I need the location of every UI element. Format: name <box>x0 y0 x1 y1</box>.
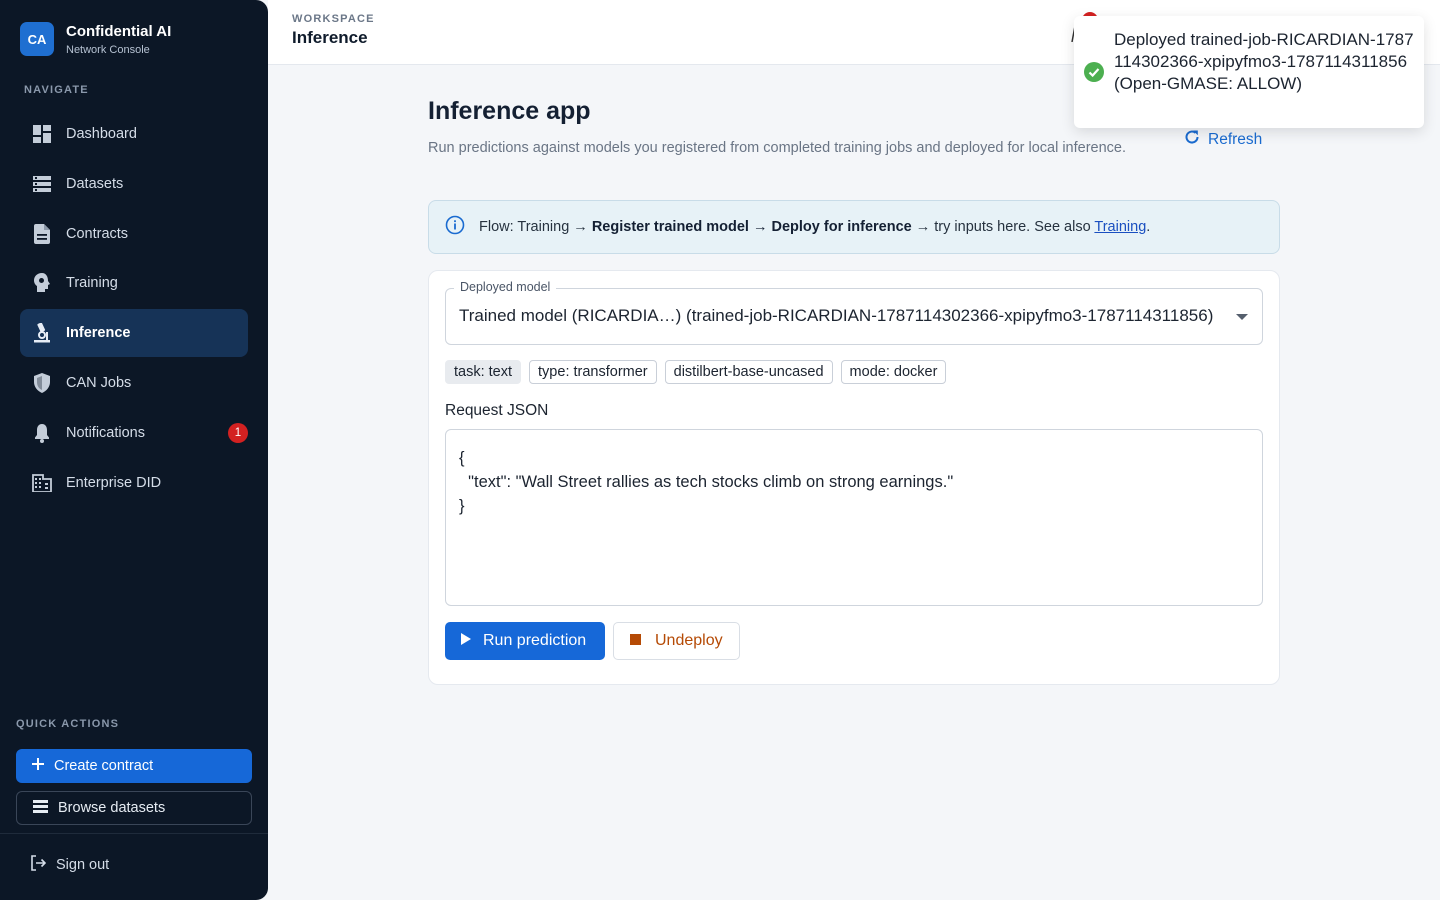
stop-icon <box>630 632 641 650</box>
chip-base-model: distilbert-base-uncased <box>664 360 833 384</box>
page-header-title: Inference <box>292 28 368 47</box>
request-json-label: Request JSON <box>445 402 549 419</box>
create-contract-button[interactable]: Create contract <box>16 749 252 783</box>
brand: CA Confidential AI Network Console <box>20 22 171 56</box>
dashboard-icon <box>32 124 52 144</box>
sidebar-item-label: Dashboard <box>66 126 137 142</box>
flow-step-deploy: Deploy for inference <box>771 219 912 235</box>
sidebar-item-datasets[interactable]: Datasets <box>20 160 248 208</box>
sidebar-item-dashboard[interactable]: Dashboard <box>20 110 248 158</box>
workspace-label: WORKSPACE <box>292 13 375 25</box>
sidebar-item-label: Enterprise DID <box>66 474 162 491</box>
sidebar-item-training[interactable]: Training <box>20 259 248 307</box>
brand-logo: CA <box>20 22 54 56</box>
flow-info-banner: Flow: Training → Register trained model … <box>428 200 1280 254</box>
deployed-model-value: Trained model (RICARDIA…) (trained-job-R… <box>459 306 1214 325</box>
deployed-model-label: Deployed model <box>454 280 557 294</box>
sidebar-item-label: Notifications <box>66 424 145 441</box>
contracts-icon <box>32 223 52 244</box>
sidebar-item-can-jobs[interactable]: CAN Jobs <box>20 359 248 407</box>
sidebar-item-label: Contracts <box>66 225 129 242</box>
quick-actions-heading: QUICK ACTIONS <box>16 718 120 730</box>
browse-datasets-label: Browse datasets <box>58 800 166 816</box>
deployed-model-select[interactable]: Deployed model Trained model (RICARDIA…)… <box>445 280 1263 345</box>
sidebar-nav: Dashboard Datasets Contracts Training In… <box>20 110 248 508</box>
page-description: Run predictions against models you regis… <box>428 140 1127 156</box>
datasets-icon <box>32 174 52 194</box>
toast-message: Deployed trained-job-RICARDIAN-178711430… <box>1114 30 1414 93</box>
chip-task: task: text <box>445 360 522 384</box>
run-prediction-button[interactable]: Run prediction <box>445 622 605 660</box>
sidebar-item-label: CAN Jobs <box>66 374 132 391</box>
info-icon <box>445 215 465 239</box>
chip-mode: mode: docker <box>840 360 947 384</box>
refresh-icon <box>1184 129 1200 150</box>
success-toast: Deployed trained-job-RICARDIAN-178711430… <box>1074 16 1424 128</box>
run-prediction-label: Run prediction <box>483 632 587 649</box>
chevron-down-icon <box>1236 314 1248 320</box>
sidebar-item-notifications[interactable]: Notifications 1 <box>20 409 248 457</box>
list-icon <box>33 799 48 817</box>
brand-subtitle: Network Console <box>66 43 150 56</box>
play-icon <box>461 632 471 650</box>
sidebar: CA Confidential AI Network Console NAVIG… <box>0 0 268 900</box>
sidebar-item-label: Training <box>66 275 118 292</box>
undeploy-button[interactable]: Undeploy <box>613 622 740 660</box>
page-title: Inference app <box>428 97 591 125</box>
undeploy-label: Undeploy <box>655 632 723 649</box>
inference-card: Deployed model Trained model (RICARDIA…)… <box>428 270 1280 685</box>
sign-out-button[interactable]: Sign out <box>30 855 109 875</box>
sidebar-item-contracts[interactable]: Contracts <box>20 210 248 258</box>
nav-heading: NAVIGATE <box>24 84 89 96</box>
request-json-textarea[interactable]: { "text": "Wall Street rallies as tech s… <box>445 429 1263 606</box>
flow-info-text: Flow: Training → Register trained model … <box>479 219 1151 235</box>
check-circle-icon <box>1084 62 1104 87</box>
plus-icon <box>32 758 44 774</box>
flow-step-register: Register trained model <box>591 219 749 235</box>
create-contract-label: Create contract <box>54 758 154 774</box>
brand-title: Confidential AI <box>66 22 172 40</box>
refresh-label: Refresh <box>1208 130 1263 148</box>
building-icon <box>32 473 52 493</box>
sidebar-item-enterprise-did[interactable]: Enterprise DID <box>20 459 248 507</box>
sign-out-label: Sign out <box>56 857 110 873</box>
training-icon <box>32 273 52 293</box>
sidebar-divider <box>0 833 268 834</box>
shield-icon <box>32 372 52 393</box>
sidebar-item-label: Inference <box>66 325 131 342</box>
model-tags: task: text type: transformer distilbert-… <box>445 360 954 384</box>
browse-datasets-button[interactable]: Browse datasets <box>16 791 252 825</box>
bell-icon <box>32 423 52 443</box>
chip-type: type: transformer <box>529 360 657 384</box>
training-link[interactable]: Training <box>1094 219 1146 235</box>
refresh-button[interactable]: Refresh <box>1184 129 1262 150</box>
notification-badge: 1 <box>228 422 248 443</box>
sidebar-item-label: Datasets <box>66 175 124 192</box>
logout-icon <box>30 855 47 875</box>
inference-icon <box>32 323 52 343</box>
sidebar-item-inference[interactable]: Inference <box>20 309 248 358</box>
